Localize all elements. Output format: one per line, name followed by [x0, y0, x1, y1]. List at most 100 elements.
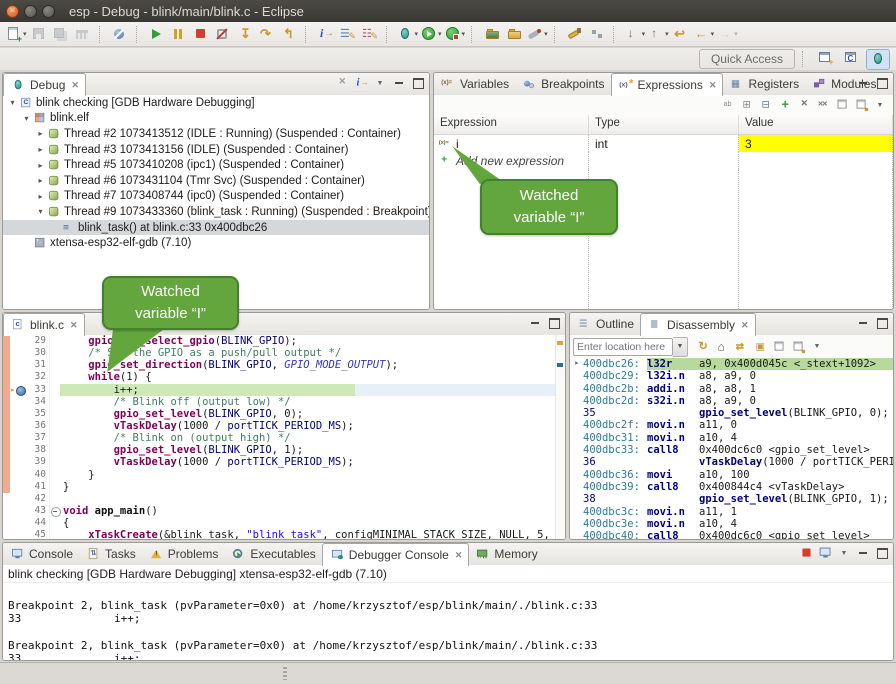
tab-variables[interactable]: Variables	[434, 73, 515, 95]
add-expression-button[interactable]	[776, 97, 794, 113]
debug-tree-item[interactable]: ▸Thread #3 1073413156 (IDLE) (Suspended …	[3, 142, 429, 158]
minimize-view-icon[interactable]	[390, 75, 408, 91]
save-button[interactable]	[28, 24, 50, 45]
editor-gutter[interactable]	[10, 335, 23, 347]
previous-annotation-button[interactable]	[646, 24, 670, 45]
breakpoint-icon[interactable]	[16, 386, 26, 396]
show-types-button[interactable]	[719, 97, 737, 113]
close-tab-icon[interactable]: ✕	[71, 80, 79, 91]
close-tab-icon[interactable]: ✕	[709, 80, 717, 91]
tab-executables[interactable]: Executables	[224, 543, 321, 565]
build-button[interactable]	[72, 24, 94, 45]
tab-problems[interactable]: Problems	[142, 543, 225, 565]
statusbar-drag-handle[interactable]	[283, 667, 287, 680]
step-return-button[interactable]	[278, 24, 300, 45]
maximize-view-icon[interactable]	[873, 545, 891, 561]
cpp-perspective-button[interactable]	[840, 49, 862, 68]
next-annotation-button[interactable]	[623, 24, 647, 45]
remove-all-terminated-button[interactable]	[333, 75, 351, 91]
forward-button[interactable]	[715, 24, 739, 45]
tab-registers[interactable]: Registers	[722, 73, 805, 95]
step-into-button[interactable]	[234, 24, 256, 45]
column-header-expression[interactable]: Expression	[434, 115, 589, 134]
pin-view-button[interactable]	[789, 339, 807, 355]
expander-closed-icon[interactable]: ▸	[35, 176, 46, 185]
tab-blink-c[interactable]: blink.c✕	[3, 313, 85, 336]
fold-collapse-icon[interactable]	[51, 507, 61, 517]
maximize-view-icon[interactable]	[545, 315, 563, 331]
terminate-button[interactable]	[190, 24, 212, 45]
value-cell[interactable]: 3	[739, 135, 893, 152]
view-menu-icon[interactable]	[835, 545, 853, 561]
skip-all-breakpoints-button[interactable]	[109, 24, 131, 45]
open-perspective-button[interactable]	[814, 49, 836, 68]
debug-tree-item[interactable]: ▾Thread #9 1073433360 (blink_task : Runn…	[3, 204, 429, 220]
refresh-button[interactable]	[694, 339, 712, 355]
console-output[interactable]: Breakpoint 2, blink_task (pvParameter=0x…	[3, 583, 893, 660]
debug-button[interactable]	[396, 24, 420, 45]
location-dropdown-icon[interactable]: ▼	[673, 337, 688, 357]
launch-button[interactable]	[525, 24, 549, 45]
dropdown-arrow-icon[interactable]	[438, 30, 442, 38]
editor-gutter[interactable]	[10, 396, 23, 408]
load-binary-button[interactable]	[481, 24, 503, 45]
dropdown-arrow-icon[interactable]	[665, 30, 669, 38]
expander-closed-icon[interactable]: ▸	[35, 192, 46, 201]
resume-button[interactable]	[146, 24, 168, 45]
last-edit-location-button[interactable]	[670, 24, 692, 45]
suspend-button[interactable]	[168, 24, 190, 45]
maximize-view-icon[interactable]	[409, 75, 427, 91]
minimize-view-icon[interactable]	[526, 315, 544, 331]
debug-tree-item[interactable]: blink_task() at blink.c:33 0x400dbc26	[3, 220, 429, 236]
remove-all-button[interactable]	[814, 97, 832, 113]
window-minimize-button[interactable]	[24, 5, 37, 18]
remove-expression-button[interactable]	[795, 97, 813, 113]
pin-view-button[interactable]	[852, 97, 870, 113]
tab-breakpoints[interactable]: Breakpoints	[515, 73, 610, 95]
dropdown-arrow-icon[interactable]	[734, 30, 738, 38]
home-button[interactable]	[713, 339, 731, 355]
editor-gutter[interactable]	[10, 359, 23, 371]
minimize-view-icon[interactable]	[854, 75, 872, 91]
editor-gutter[interactable]	[10, 420, 23, 432]
collapse-all-button[interactable]	[757, 97, 775, 113]
instruction-stepping-button[interactable]	[352, 75, 370, 91]
tab-disassembly[interactable]: Disassembly✕	[640, 313, 756, 336]
edit-step-filters-button[interactable]	[359, 24, 381, 45]
column-header-value[interactable]: Value	[739, 115, 893, 134]
debug-perspective-button[interactable]	[866, 49, 890, 70]
open-project-button[interactable]	[503, 24, 525, 45]
expander-open-icon[interactable]: ▾	[35, 207, 46, 216]
back-button[interactable]	[692, 24, 716, 45]
minimize-view-icon[interactable]	[854, 545, 872, 561]
expander-closed-icon[interactable]: ▸	[35, 161, 46, 170]
window-maximize-button[interactable]	[42, 5, 55, 18]
debug-tree-item[interactable]: ▸Thread #2 1073413512 (IDLE : Running) (…	[3, 126, 429, 142]
debug-tree-item[interactable]: ▾blink checking [GDB Hardware Debugging]	[3, 95, 429, 111]
dropdown-arrow-icon[interactable]	[711, 30, 715, 38]
tab-tasks[interactable]: Tasks	[79, 543, 142, 565]
editor-gutter[interactable]	[10, 481, 23, 493]
show-logical-button[interactable]	[738, 97, 756, 113]
step-over-button[interactable]	[256, 24, 278, 45]
maximize-view-icon[interactable]	[873, 315, 891, 331]
sync-selection-button[interactable]	[751, 339, 769, 355]
disassembly-listing[interactable]: ➤400dbc26:l32ra9, 0x400d045c <_stext+109…	[570, 358, 893, 539]
dropdown-arrow-icon[interactable]	[23, 30, 27, 38]
debug-tree-item[interactable]: ▾blink.elf	[3, 111, 429, 127]
editor-gutter[interactable]	[10, 408, 23, 420]
view-menu-icon[interactable]	[808, 339, 826, 355]
debug-tree-item[interactable]: xtensa-esp32-elf-gdb (7.10)	[3, 235, 429, 251]
tab-console[interactable]: Console	[3, 543, 79, 565]
instruction-stepping-button[interactable]	[315, 24, 337, 45]
tab-outline[interactable]: Outline	[570, 313, 640, 335]
editor-gutter[interactable]	[10, 505, 23, 517]
location-input[interactable]	[573, 338, 673, 356]
editor-gutter[interactable]	[10, 371, 23, 383]
window-close-button[interactable]: ✕	[6, 5, 19, 18]
debug-tree-item[interactable]: ▸Thread #7 1073408744 (ipc0) (Suspended …	[3, 189, 429, 205]
editor-gutter[interactable]	[10, 517, 23, 529]
dropdown-arrow-icon[interactable]	[415, 30, 419, 38]
expression-row[interactable]: iint3	[434, 135, 893, 152]
editor-gutter[interactable]	[10, 456, 23, 468]
